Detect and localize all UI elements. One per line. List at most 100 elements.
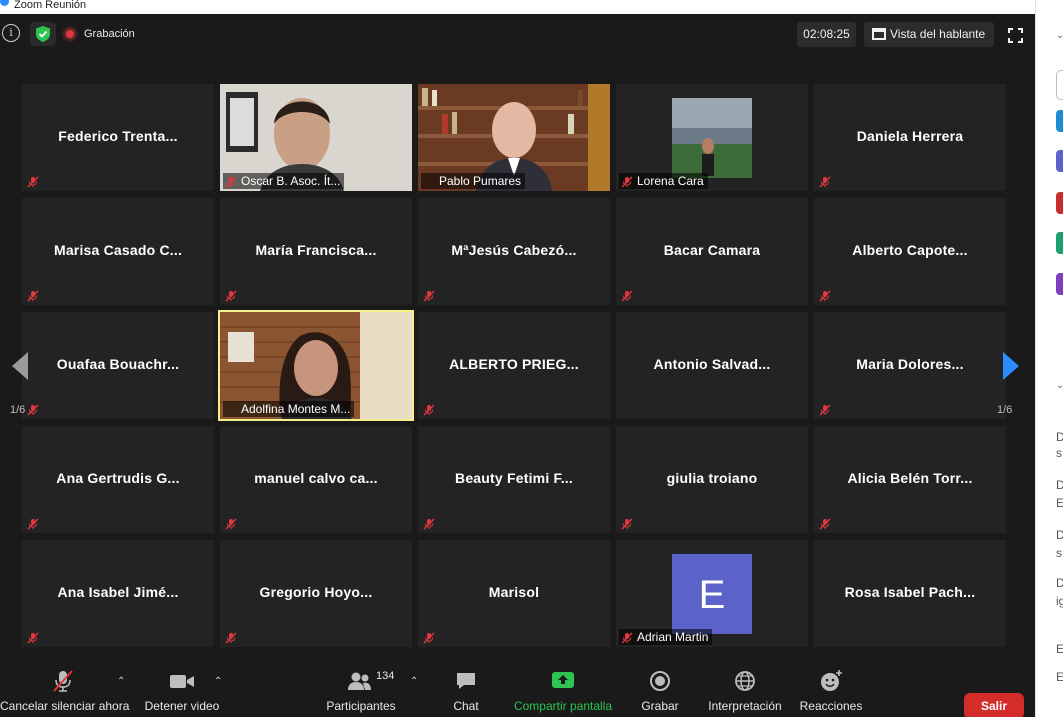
participant-tile[interactable]: Bacar Camara: [616, 198, 808, 305]
app-tile-green[interactable]: [1056, 232, 1063, 254]
participant-tile[interactable]: Beauty Fetimi F...: [418, 426, 610, 533]
app-tile-blue[interactable]: [1056, 110, 1063, 132]
panel-text: D: [1056, 576, 1063, 590]
record-button[interactable]: Grabar: [634, 666, 686, 717]
mic-muted-icon: [27, 631, 39, 644]
participant-tile[interactable]: Pablo Pumares: [418, 84, 610, 191]
reactions-button[interactable]: Reacciones: [796, 666, 866, 717]
participant-name: María Francisca...: [255, 242, 377, 258]
mic-muted-icon: [423, 631, 435, 644]
participant-tile[interactable]: MªJesús Cabezó...: [418, 198, 610, 305]
mic-muted-icon: [819, 289, 831, 302]
prev-page-button[interactable]: 1/6: [8, 334, 38, 424]
participant-tile[interactable]: Ouafaa Bouachr...: [22, 312, 214, 419]
chevron-left-icon: [12, 352, 28, 380]
mic-muted-icon: [423, 517, 435, 530]
leave-button[interactable]: Salir: [964, 693, 1024, 717]
participants-icon: [348, 672, 371, 690]
participants-count: 134: [376, 670, 395, 682]
participant-name: Gregorio Hoyo...: [259, 584, 373, 600]
meeting-timer: 02:08:25: [797, 22, 856, 47]
participants-button[interactable]: 134 Participantes: [322, 666, 400, 717]
panel-text: ig: [1056, 594, 1063, 608]
view-mode-button[interactable]: Vista del hablante: [864, 22, 994, 47]
participant-tile[interactable]: María Francisca...: [220, 198, 412, 305]
video-options-caret-icon[interactable]: ⌃: [214, 676, 222, 687]
fullscreen-icon[interactable]: [1008, 28, 1023, 43]
recording-dot-icon: [64, 28, 76, 40]
participant-tile[interactable]: Lorena Cara: [616, 84, 808, 191]
chat-button[interactable]: Chat: [440, 666, 492, 717]
mic-muted-icon: [27, 517, 39, 530]
participants-options-caret-icon[interactable]: ⌃: [410, 676, 418, 687]
participant-tile[interactable]: giulia troiano: [616, 426, 808, 533]
participant-tile[interactable]: Rosa Isabel Pach...: [814, 540, 1006, 647]
participant-name: Ouafaa Bouachr...: [56, 356, 180, 372]
participant-tile[interactable]: Oscar B. Asoc. Ít...: [220, 84, 412, 191]
participant-tile[interactable]: manuel calvo ca...: [220, 426, 412, 533]
app-tile-purple[interactable]: [1056, 273, 1063, 295]
participant-tile[interactable]: ALBERTO PRIEG...: [418, 312, 610, 419]
participant-tile[interactable]: Adolfina Montes M...: [218, 310, 414, 421]
panel-text: D: [1056, 430, 1063, 444]
video-label: Detener video: [144, 699, 220, 713]
pager-left: 1/6: [10, 404, 26, 416]
security-badge[interactable]: [30, 22, 56, 46]
participant-tile[interactable]: Maria Dolores...: [814, 312, 1006, 419]
interpretation-button[interactable]: Interpretación: [704, 666, 786, 717]
next-page-button[interactable]: 1/6: [995, 334, 1025, 424]
smiley-icon: [821, 670, 842, 691]
interpretation-label: Interpretación: [708, 699, 782, 713]
panel-text: D: [1056, 528, 1063, 542]
recording-label: Grabación: [84, 28, 135, 40]
mute-label: Cancelar silenciar ahora: [0, 699, 130, 713]
participant-name: Marisa Casado C...: [53, 242, 183, 258]
app-tile-indigo[interactable]: [1056, 150, 1063, 172]
pager-right: 1/6: [997, 404, 1013, 416]
participant-tile[interactable]: Daniela Herrera: [814, 84, 1006, 191]
participant-name: Marisol: [488, 584, 540, 600]
unmute-button[interactable]: Cancelar silenciar ahora: [0, 666, 130, 717]
panel-text: D: [1056, 478, 1063, 492]
mic-muted-icon: [225, 175, 237, 188]
participant-tile[interactable]: Antonio Salvad...: [616, 312, 808, 419]
view-grid-icon: [872, 28, 886, 40]
record-label: Grabar: [641, 699, 679, 713]
meeting-toolbar: Cancelar silenciar ahora ⌃ Detener video…: [0, 666, 1035, 717]
view-mode-label: Vista del hablante: [890, 27, 986, 41]
participant-tile[interactable]: Alicia Belén Torr...: [814, 426, 1006, 533]
panel-text: E: [1056, 496, 1063, 510]
participant-tile[interactable]: Gregorio Hoyo...: [220, 540, 412, 647]
participant-tile[interactable]: Marisa Casado C...: [22, 198, 214, 305]
recording-indicator[interactable]: Grabación: [64, 22, 135, 46]
participants-label: Participantes: [326, 699, 396, 713]
chevron-right-icon: [1003, 352, 1019, 380]
collapse-chevron-icon[interactable]: ⌄: [1056, 30, 1063, 41]
mic-muted-icon: [225, 289, 237, 302]
svg-text:E: E: [699, 573, 726, 617]
panel-text: Es: [1056, 670, 1063, 684]
share-screen-button[interactable]: Compartir pantalla: [510, 666, 616, 717]
mic-muted-icon: [621, 631, 633, 644]
mic-muted-icon: [53, 670, 73, 692]
participant-name: manuel calvo ca...: [254, 470, 378, 486]
participant-tile[interactable]: Ana Isabel Jimé...: [22, 540, 214, 647]
participant-name: MªJesús Cabezó...: [451, 242, 577, 258]
video-button[interactable]: Detener video: [140, 666, 224, 717]
info-icon[interactable]: i: [2, 24, 20, 42]
participant-tile[interactable]: Marisol: [418, 540, 610, 647]
mic-muted-icon: [621, 289, 633, 302]
participant-name: ALBERTO PRIEG...: [449, 356, 579, 372]
participant-name: Rosa Isabel Pach...: [844, 584, 976, 600]
section-chevron-icon[interactable]: ⌄: [1056, 380, 1063, 391]
mic-muted-icon: [819, 517, 831, 530]
panel-search-field[interactable]: [1056, 70, 1063, 100]
audio-options-caret-icon[interactable]: ⌃: [117, 676, 125, 687]
participant-tile[interactable]: Federico Trenta...: [22, 84, 214, 191]
participant-tile[interactable]: E Adrian Martin: [616, 540, 808, 647]
participant-tile[interactable]: Ana Gertrudis G...: [22, 426, 214, 533]
app-tile-red[interactable]: [1056, 192, 1063, 214]
participant-tile[interactable]: Alberto Capote...: [814, 198, 1006, 305]
participant-name-label: Oscar B. Asoc. Ít...: [223, 173, 345, 189]
participant-name: Beauty Fetimi F...: [455, 470, 573, 486]
